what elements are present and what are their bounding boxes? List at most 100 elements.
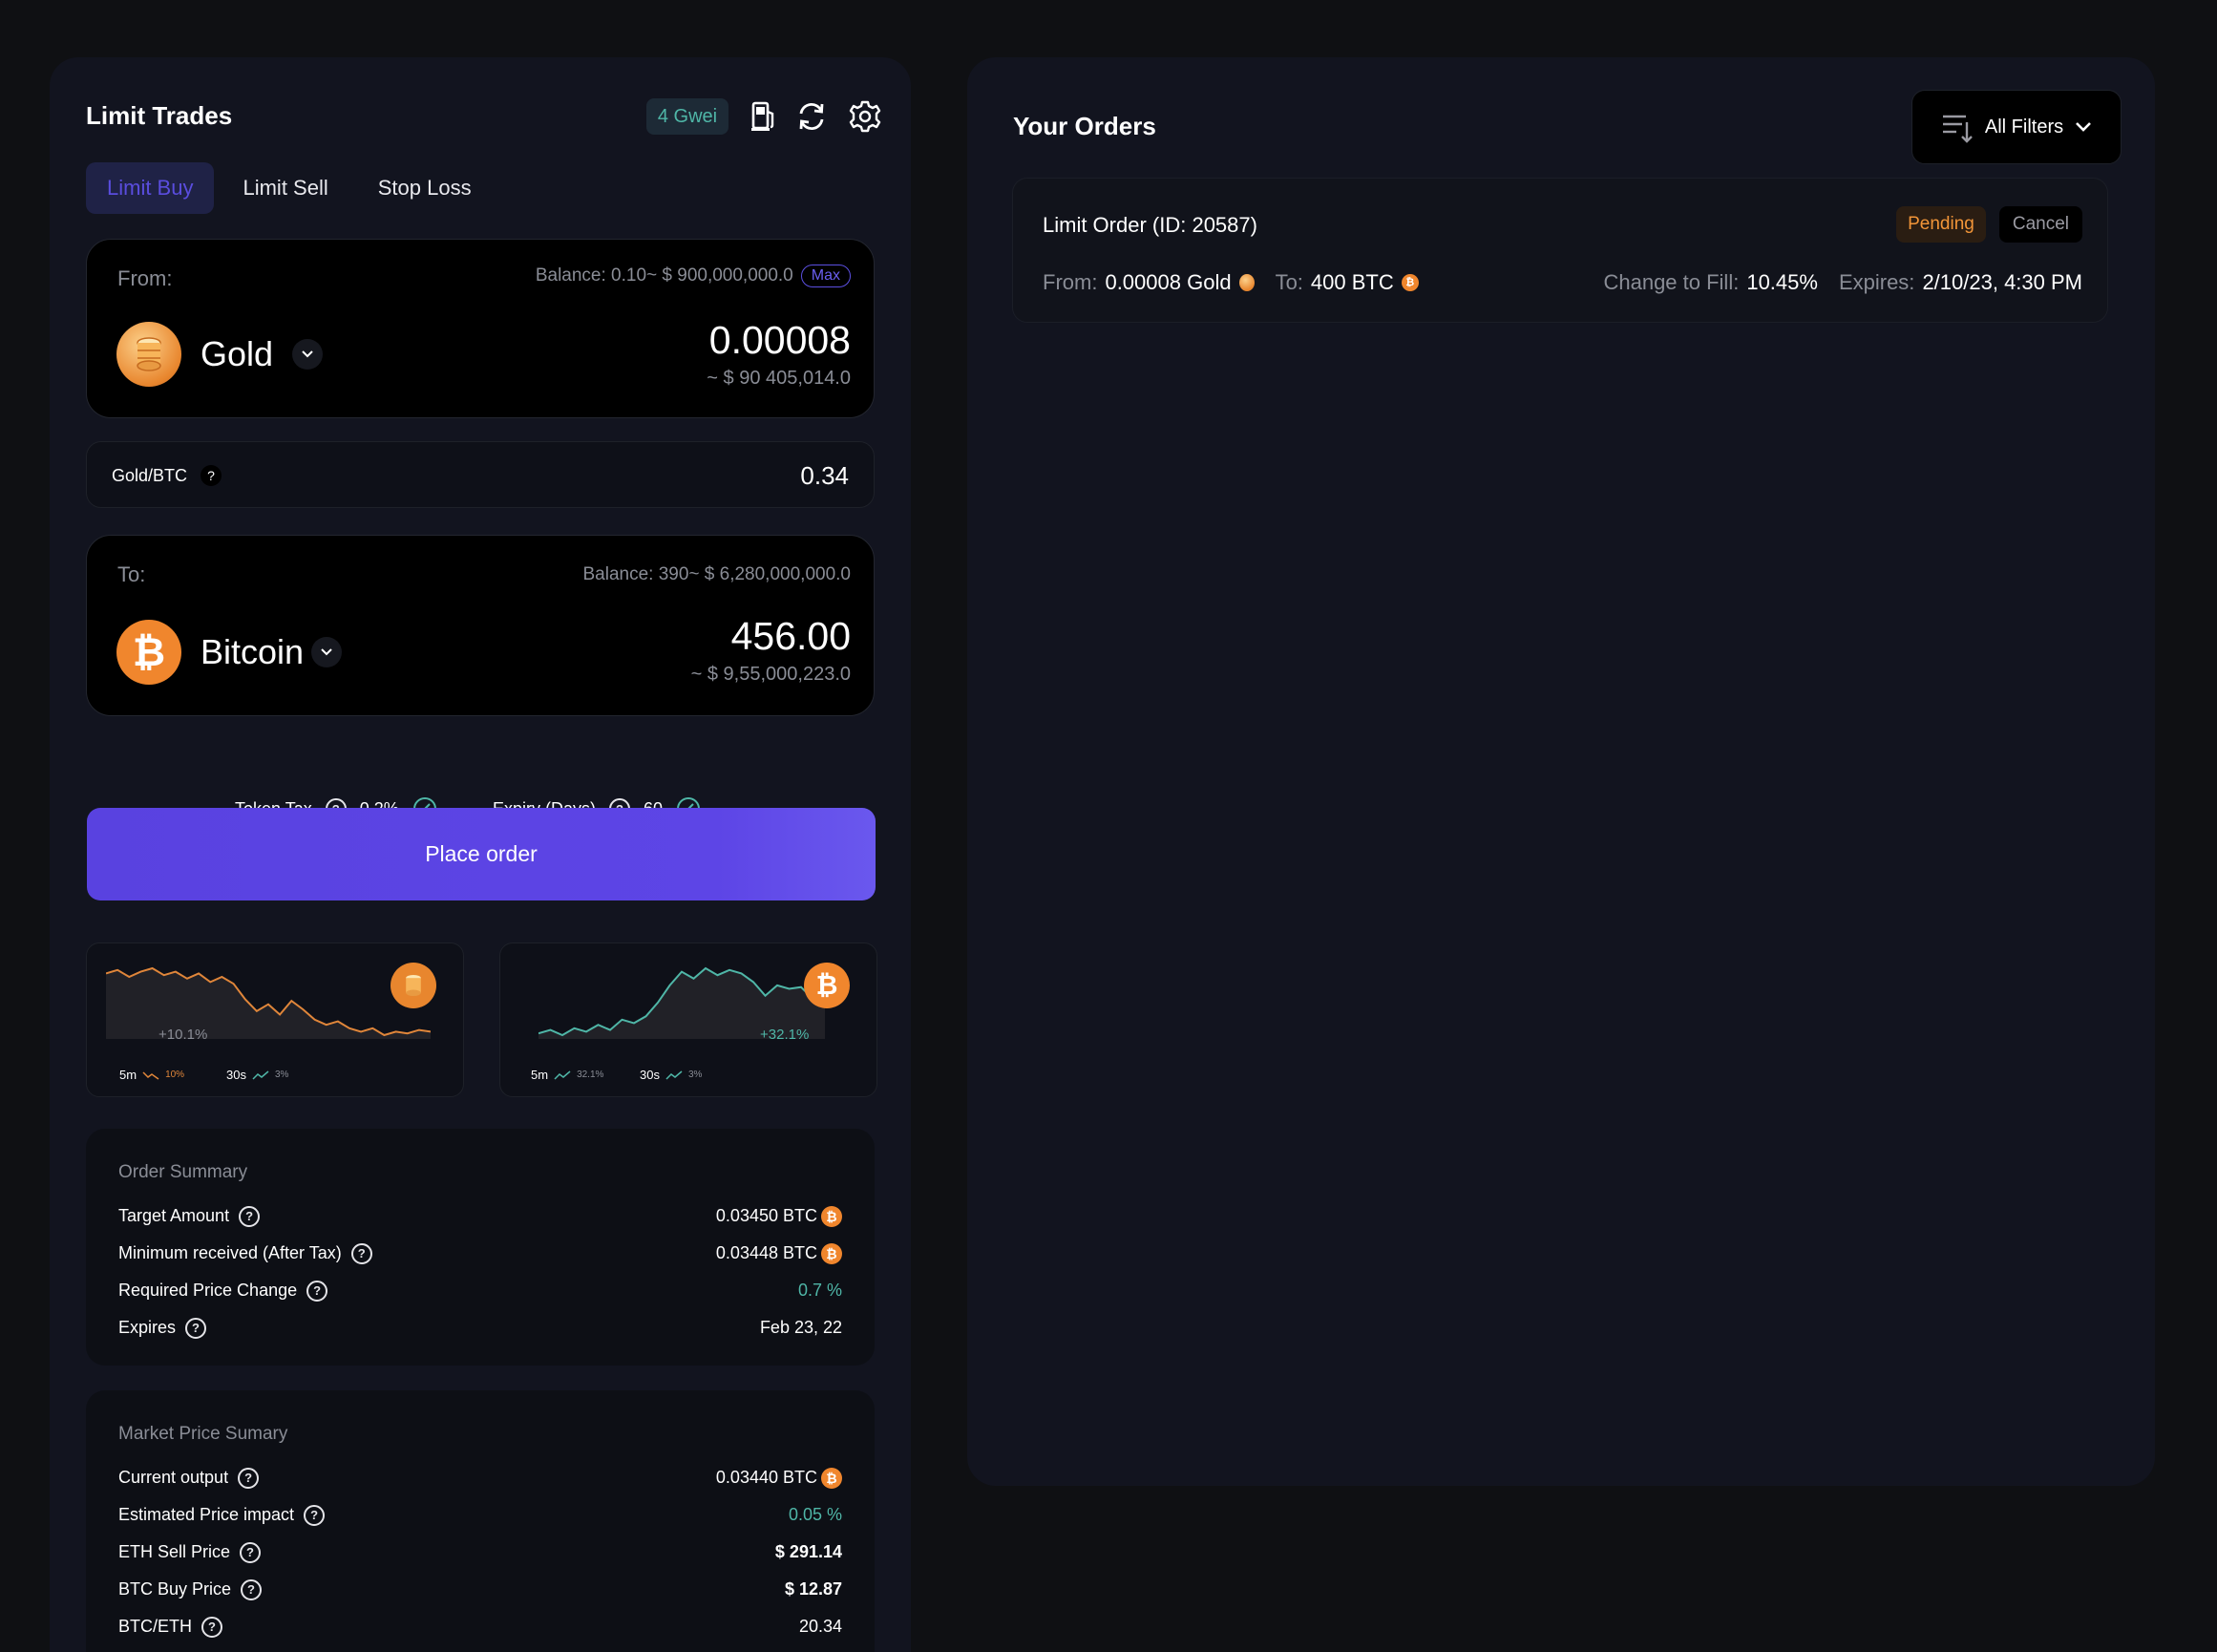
order-fill-expires: Change to Fill: 10.45% Expires: 2/10/23,…: [1603, 270, 2082, 295]
summary-row: Required Price Change? 0.7 %: [118, 1272, 842, 1309]
summary-row: Minimum received (After Tax)? 0.03448 BT…: [118, 1235, 842, 1272]
help-icon[interactable]: ?: [238, 1467, 260, 1489]
gold-price-chart: +10.1% 5m 10% 30s 3%: [86, 942, 464, 1097]
summary-row: Expires? Feb 23, 22: [118, 1309, 842, 1346]
trend-up-icon: [554, 1070, 571, 1080]
summary-row: Current output? 0.03440 BTC ₿: [118, 1459, 842, 1496]
btc-frame-5m[interactable]: 5m 32.1%: [531, 1068, 603, 1082]
place-order-button[interactable]: Place order: [87, 808, 876, 900]
gold-change-label: +10.1%: [158, 1027, 208, 1043]
to-token-selector[interactable]: ₿ Bitcoin: [116, 620, 343, 685]
to-fiat-value: ~ $ 9,55,000,223.0: [690, 664, 851, 685]
btc-change-label: +32.1%: [760, 1027, 810, 1043]
to-balance: Balance: 390~ $ 6,280,000,000.0: [582, 564, 852, 584]
row-label: BTC Buy Price: [118, 1579, 232, 1599]
filter-sort-icon: [1942, 115, 1973, 143]
order-card[interactable]: Limit Order (ID: 20587) Pending Cancel F…: [1012, 178, 2108, 323]
gold-frame-5m[interactable]: 5m 10%: [119, 1068, 184, 1082]
order-from-to: From: 0.00008 Gold To: 400 BTC ₿: [1043, 270, 1419, 295]
to-amount-input[interactable]: 456.00: [731, 614, 851, 659]
frame-value: 3%: [687, 1070, 703, 1080]
tab-limit-buy[interactable]: Limit Buy: [86, 162, 215, 214]
help-icon[interactable]: ?: [304, 1504, 326, 1526]
max-button[interactable]: Max: [800, 265, 851, 287]
help-icon[interactable]: ?: [185, 1317, 207, 1339]
order-summary-rows: Target Amount? 0.03450 BTC ₿ Minimum rece…: [118, 1197, 842, 1346]
gas-badge: 4 Gwei: [646, 98, 728, 135]
bitcoin-icon: ₿: [821, 1242, 842, 1264]
help-icon[interactable]: ?: [239, 1205, 261, 1227]
row-label: Estimated Price impact: [118, 1505, 295, 1524]
summary-row: BTC Buy Price? $ 12.87: [118, 1571, 842, 1608]
your-orders-panel: Your Orders All Filters Limit Order (ID:…: [967, 57, 2155, 1486]
order-summary: Order Summary Target Amount? 0.03450 BTC…: [86, 1129, 875, 1366]
order-from-value: 0.00008 Gold: [1105, 270, 1232, 294]
row-value: 0.03440 BTC: [715, 1468, 817, 1487]
frame-value: 32.1%: [577, 1070, 604, 1080]
chevron-down-icon[interactable]: [292, 339, 324, 370]
frame-label: 30s: [226, 1068, 246, 1082]
summary-row: BTC/ETH? 20.34: [118, 1608, 842, 1645]
orders-title: Your Orders: [1013, 112, 1156, 140]
frame-label: 5m: [119, 1068, 137, 1082]
order-fill-value: 10.45%: [1746, 270, 1818, 294]
frame-label: 5m: [531, 1068, 549, 1082]
help-icon[interactable]: ?: [241, 1578, 263, 1600]
market-summary: Market Price Sumary Current output? 0.03…: [86, 1390, 875, 1652]
from-amount-input[interactable]: 0.00008: [709, 318, 851, 363]
cancel-order-button[interactable]: Cancel: [1998, 206, 2082, 243]
rate-row: Gold/BTC ? 0.34: [86, 441, 875, 508]
filter-label: All Filters: [1984, 116, 2064, 138]
tab-limit-sell[interactable]: Limit Sell: [222, 162, 348, 214]
order-actions: Pending Cancel: [1896, 206, 2082, 243]
trend-down-icon: [142, 1070, 159, 1080]
limit-trades-panel: Limit Trades 4 Gwei Limit Buy Limit Sell…: [50, 57, 911, 1652]
row-value: Feb 23, 22: [759, 1318, 842, 1337]
settings-gear-icon[interactable]: [844, 96, 886, 137]
order-expires-label: Expires:: [1838, 270, 1915, 294]
gold-coin-icon: [116, 322, 181, 387]
from-token-name: Gold: [201, 334, 274, 373]
row-value: 0.05 %: [788, 1505, 842, 1524]
bitcoin-icon: ₿: [821, 1467, 842, 1489]
btc-price-chart: ₿ +32.1% 5m 32.1% 30s 3%: [499, 942, 877, 1097]
from-fiat-value: ~ $ 90 405,014.0: [707, 368, 851, 389]
row-value: 20.34: [798, 1617, 842, 1636]
bitcoin-icon: ₿: [821, 1205, 842, 1227]
from-label: From:: [117, 266, 173, 290]
from-token-selector[interactable]: Gold: [116, 322, 324, 387]
status-badge: Pending: [1896, 206, 1986, 243]
frame-value: 10%: [165, 1070, 185, 1080]
btc-frame-30s[interactable]: 30s 3%: [640, 1068, 702, 1082]
row-label: Expires: [118, 1318, 177, 1337]
chevron-down-icon[interactable]: [311, 637, 343, 667]
help-icon[interactable]: ?: [350, 1242, 372, 1264]
chevron-down-icon: [2076, 122, 2092, 132]
from-card: From: Balance: 0.10~ $ 900,000,000.0 Max…: [86, 239, 875, 418]
rate-value-input[interactable]: 0.34: [800, 461, 849, 491]
rate-pair-group: Gold/BTC ?: [112, 465, 222, 486]
order-from-label: From:: [1043, 270, 1098, 294]
from-balance-row: Balance: 0.10~ $ 900,000,000.0 Max: [536, 265, 851, 287]
help-icon[interactable]: ?: [201, 465, 222, 486]
gold-frame-30s[interactable]: 30s 3%: [226, 1068, 288, 1082]
market-summary-rows: Current output? 0.03440 BTC ₿ Estimated P…: [118, 1459, 842, 1645]
row-label: BTC/ETH: [118, 1617, 193, 1636]
gas-pump-icon[interactable]: [743, 96, 785, 137]
bitcoin-coin-icon: ₿: [804, 963, 850, 1008]
tab-stop-loss[interactable]: Stop Loss: [357, 162, 493, 214]
help-icon[interactable]: ?: [201, 1616, 223, 1638]
all-filters-button[interactable]: All Filters: [1911, 90, 2122, 164]
help-icon[interactable]: ?: [240, 1541, 262, 1563]
to-token-name: Bitcoin: [201, 632, 305, 671]
row-label: Minimum received (After Tax): [118, 1243, 342, 1262]
panel-title: Limit Trades: [86, 101, 233, 130]
gold-chart-svg: [106, 966, 431, 1039]
row-value: $ 291.14: [774, 1542, 842, 1561]
summary-row: Estimated Price impact? 0.05 %: [118, 1496, 842, 1534]
order-fill-label: Change to Fill:: [1603, 270, 1740, 294]
row-value: 0.03448 BTC: [715, 1243, 817, 1262]
help-icon[interactable]: ?: [306, 1280, 328, 1302]
refresh-icon[interactable]: [791, 96, 833, 137]
bitcoin-icon: ₿: [1401, 274, 1419, 291]
